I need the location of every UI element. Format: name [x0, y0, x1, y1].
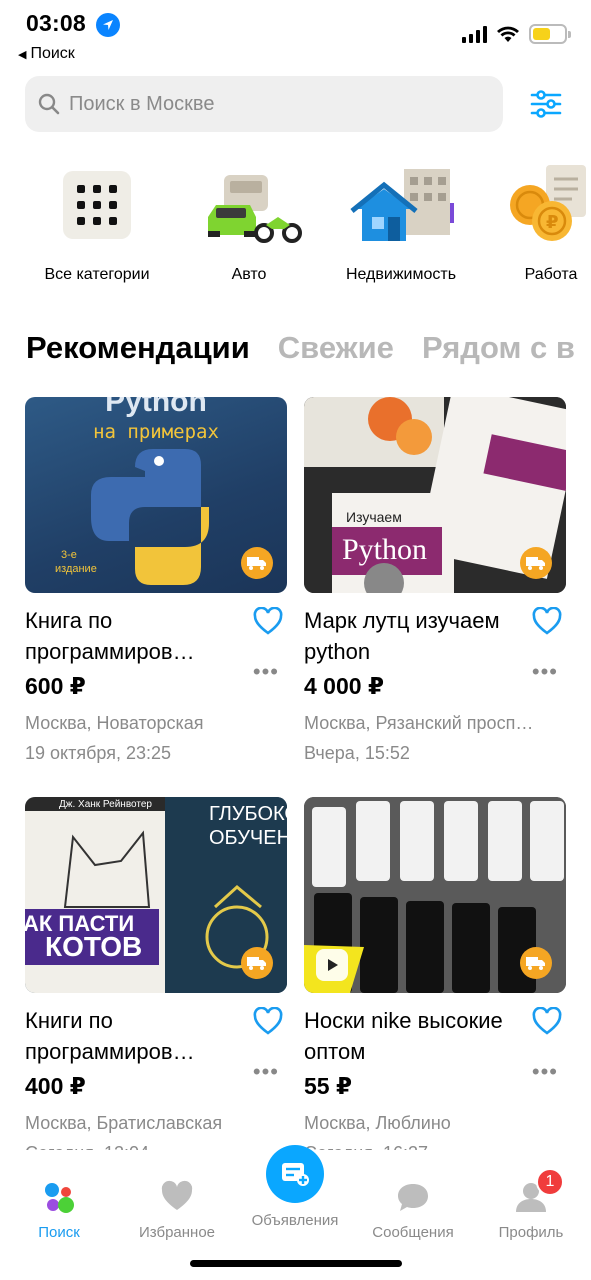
listing-card[interactable]: Дж. Ханк Рейнвотер АК ПАСТИ КОТОВ ГЛУБОК…: [25, 797, 287, 1168]
more-options-icon[interactable]: •••: [253, 659, 279, 685]
image-text: Python: [105, 397, 207, 418]
tab-fresh[interactable]: Свежие: [278, 330, 394, 366]
favorite-heart-icon[interactable]: [532, 1007, 562, 1035]
nav-listings[interactable]: Объявления: [240, 1212, 350, 1229]
nav-label: Поиск: [38, 1224, 80, 1241]
search-input[interactable]: [69, 92, 489, 116]
tab-nearby[interactable]: Рядом с в: [422, 330, 575, 366]
more-options-icon[interactable]: •••: [253, 1059, 279, 1085]
grid-icon: [42, 160, 152, 250]
listing-location: Москва, Рязанский просп…: [304, 713, 534, 733]
more-options-icon[interactable]: •••: [532, 659, 558, 685]
category-realty[interactable]: Недвижимость: [326, 160, 476, 284]
listing-title: Книги по программиров…: [25, 1008, 195, 1064]
car-moto-icon: [194, 160, 304, 250]
nav-search[interactable]: Поиск: [4, 1180, 114, 1241]
status-indicators: [462, 24, 571, 44]
add-listing-button[interactable]: [266, 1145, 324, 1203]
listing-price: 400 ₽: [25, 1073, 86, 1099]
nav-messages[interactable]: Сообщения: [358, 1180, 468, 1241]
listing-price: 600 ₽: [25, 673, 86, 699]
nav-favorites[interactable]: Избранное: [122, 1180, 232, 1241]
image-text: 3-е: [61, 549, 77, 561]
listing-location: Москва, Новаторская: [25, 713, 204, 733]
category-label: Авто: [231, 266, 267, 283]
category-label: Все категории: [44, 266, 150, 283]
listing-date: 19 октября, 23:25: [25, 743, 172, 763]
image-text: Дж. Ханк Рейнвотер: [59, 799, 152, 810]
location-arrow-icon: [96, 13, 120, 37]
chat-bubble-icon: [398, 1184, 428, 1211]
image-text: ГЛУБОКОЕ: [209, 803, 287, 825]
delivery-truck-icon: [241, 547, 273, 579]
image-text: издание: [55, 563, 97, 575]
listing-image[interactable]: Изучаем Python: [304, 397, 566, 593]
svg-text:₽: ₽: [546, 212, 559, 233]
heart-icon: [161, 1180, 193, 1210]
category-label: Недвижимость: [345, 266, 457, 283]
delivery-truck-icon: [520, 547, 552, 579]
favorite-heart-icon[interactable]: [253, 607, 283, 635]
listing-location: Москва, Люблино: [304, 1113, 451, 1133]
listing-title: Книга по программиров…: [25, 608, 195, 664]
back-label: Поиск: [30, 45, 75, 62]
search-bar[interactable]: [25, 76, 503, 132]
back-triangle-icon: ◀: [18, 48, 27, 61]
listing-location: Москва, Братиславская: [25, 1113, 223, 1133]
listing-card[interactable]: Изучаем Python Марк лутц изучаем python …: [304, 397, 566, 768]
listing-date: Вчера, 15:52: [304, 743, 410, 763]
listing-price: 4 000 ₽: [304, 673, 384, 699]
image-text: Python: [342, 533, 428, 566]
image-text: Изучаем: [346, 509, 402, 525]
delivery-truck-icon: [520, 947, 552, 979]
nav-label: Избранное: [138, 1224, 216, 1241]
status-time: 03:08: [26, 10, 86, 36]
house-icon: [346, 160, 456, 250]
video-play-icon: [316, 949, 348, 981]
favorite-heart-icon[interactable]: [253, 1007, 283, 1035]
listing-card[interactable]: Python на примерах 3-е издание Книга по …: [25, 397, 287, 768]
home-indicator: [190, 1260, 402, 1267]
image-text: на примерах: [93, 421, 219, 443]
image-text: ОБУЧЕНИЕ: [209, 827, 287, 849]
wifi-icon: [497, 26, 519, 42]
filter-button[interactable]: [522, 84, 570, 124]
category-auto[interactable]: Авто: [174, 160, 324, 284]
image-text: КОТОВ: [45, 931, 143, 962]
favorite-heart-icon[interactable]: [532, 607, 562, 635]
add-listing-icon: [282, 1163, 309, 1186]
battery-icon: [529, 24, 571, 44]
avito-dots-icon: [45, 1183, 74, 1213]
nav-label: Профиль: [498, 1224, 564, 1241]
filter-sliders-icon: [530, 90, 562, 118]
listing-card[interactable]: Носки nike высокие оптом ••• 55 ₽ Москва…: [304, 797, 566, 1168]
category-jobs[interactable]: ₽ Работа: [476, 160, 591, 284]
notification-badge: 1: [536, 1168, 564, 1196]
listing-image[interactable]: Python на примерах 3-е издание: [25, 397, 287, 593]
back-to-search-link[interactable]: ◀ Поиск: [18, 45, 75, 63]
nav-profile[interactable]: 1 Профиль: [476, 1168, 586, 1241]
nav-label: Объявления: [251, 1212, 339, 1229]
more-options-icon[interactable]: •••: [532, 1059, 558, 1085]
listing-image[interactable]: [304, 797, 566, 993]
delivery-truck-icon: [241, 947, 273, 979]
feed-tabs: Рекомендации Свежие Рядом с в: [26, 330, 575, 366]
listing-image[interactable]: Дж. Ханк Рейнвотер АК ПАСТИ КОТОВ ГЛУБОК…: [25, 797, 287, 993]
listing-price: 55 ₽: [304, 1073, 352, 1099]
cellular-signal-icon: [462, 25, 487, 43]
listing-title: Носки nike высокие оптом: [304, 1008, 503, 1064]
coins-icon: ₽: [496, 160, 591, 250]
tab-recommendations[interactable]: Рекомендации: [26, 330, 250, 366]
category-label: Работа: [524, 266, 578, 283]
listing-title: Марк лутц изучаем python: [304, 608, 500, 664]
search-icon: [38, 93, 60, 115]
nav-label: Сообщения: [372, 1224, 454, 1241]
category-all[interactable]: Все категории: [22, 160, 172, 284]
